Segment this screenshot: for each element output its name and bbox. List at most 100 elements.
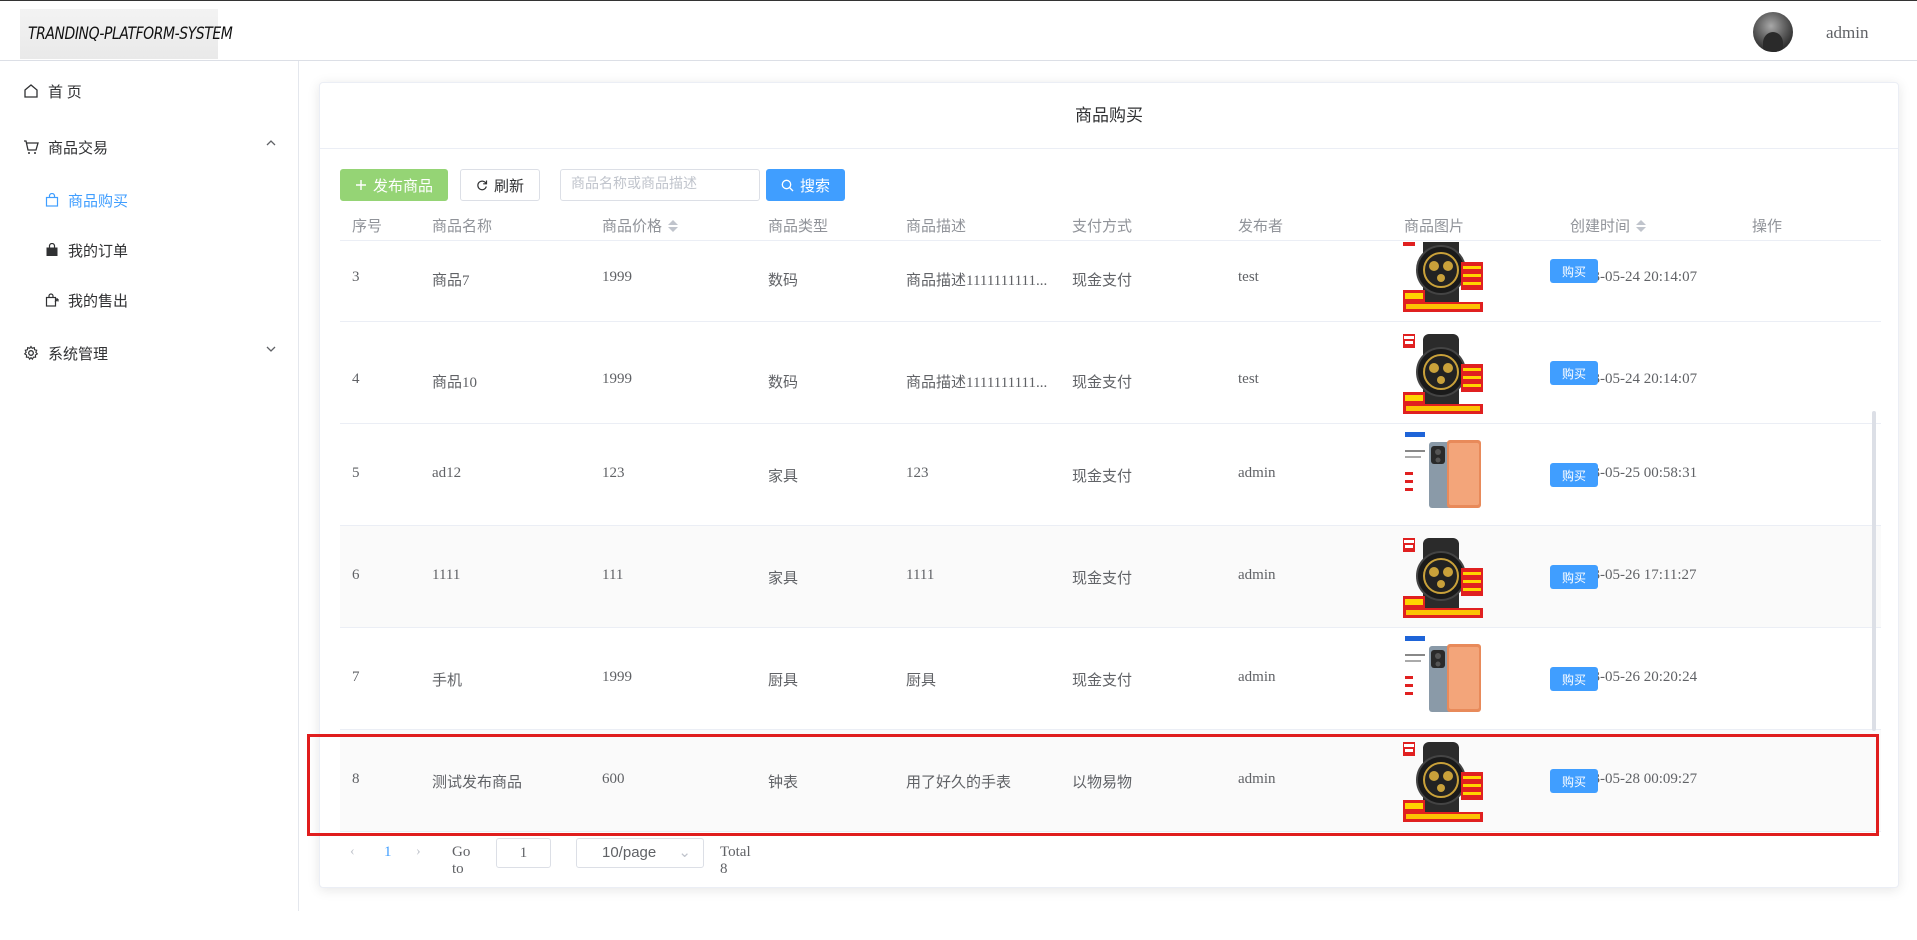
product-image-watch[interactable] [1403, 334, 1483, 414]
page-size-select[interactable]: 10/page ⌄ [576, 838, 704, 868]
cart-icon [22, 138, 40, 156]
sidebar-item-label: 系统管理 [48, 346, 109, 363]
goto-label: Go to [452, 844, 471, 877]
shopping-bag-icon [44, 192, 60, 208]
buy-button[interactable]: 购买 [1550, 361, 1598, 385]
sidebar: 首 页 商品交易 商品购买 我的订单 我的售出 系统管理 [0, 61, 299, 911]
cell-publisher: test [1238, 269, 1259, 285]
table-header: 序号 商品名称 商品价格 商品类型 商品描述 支付方式 发布者 商品图片 创建时… [340, 207, 1881, 241]
prev-page-icon[interactable]: ‹ [350, 844, 355, 860]
refresh-icon [476, 179, 488, 191]
cell-no: 4 [352, 371, 360, 387]
cell-payment: 现金支付 [1072, 571, 1133, 587]
cell-name: 商品10 [432, 375, 478, 391]
cell-type: 家具 [768, 469, 799, 485]
goto-input[interactable] [496, 838, 551, 868]
cell-publisher: admin [1238, 669, 1276, 685]
page-title: 商品购买 [320, 83, 1898, 149]
sidebar-item-label: 商品购买 [68, 193, 129, 210]
cell-desc: 123 [906, 465, 929, 481]
cell-name: ad12 [432, 465, 462, 481]
sidebar-item-system[interactable]: 系统管理 [22, 341, 282, 365]
cell-price: 1999 [602, 269, 632, 285]
table-scrollbar[interactable] [1872, 411, 1876, 731]
cell-payment: 现金支付 [1072, 375, 1133, 391]
column-header-label: 商品价格 [602, 219, 663, 235]
cell-publisher: admin [1238, 465, 1276, 481]
buy-button[interactable]: 购买 [1550, 667, 1598, 691]
chevron-down-icon [265, 343, 277, 360]
top-header: TRANDINQ-PLATFORM-SYSTEM admin [0, 0, 1917, 61]
sidebar-item-orders[interactable]: 我的订单 [44, 238, 128, 262]
product-image-watch[interactable] [1403, 742, 1483, 822]
logo-text: TRANDINQ-PLATFORM-SYSTEM [28, 24, 233, 44]
cell-price: 1999 [602, 371, 632, 387]
column-header-image: 商品图片 [1404, 219, 1465, 235]
cell-price: 123 [602, 465, 625, 481]
chevron-up-icon [265, 137, 277, 154]
publish-button[interactable]: 发布商品 [340, 169, 448, 201]
cell-type: 数码 [768, 375, 799, 391]
column-header-action: 操作 [1752, 219, 1783, 235]
cell-desc: 1111 [906, 567, 935, 583]
cell-payment: 现金支付 [1072, 273, 1133, 289]
sidebar-item-buy[interactable]: 商品购买 [44, 188, 128, 212]
cell-desc: 商品描述1111111111... [906, 375, 1048, 391]
cell-no: 3 [352, 269, 360, 285]
sidebar-item-trade[interactable]: 商品交易 [22, 135, 282, 159]
product-image-phone[interactable] [1403, 634, 1483, 714]
product-image-phone[interactable] [1403, 430, 1483, 510]
table-row: 3 商品7 1999 数码 商品描述1111111111... 现金支付 tes… [340, 242, 1881, 322]
buy-button[interactable]: 购买 [1550, 463, 1598, 487]
table-row: 6 1111 111 家具 1111 现金支付 admin 2023-05-26… [340, 526, 1881, 628]
cell-no: 8 [352, 771, 360, 787]
column-header-type: 商品类型 [768, 219, 829, 235]
cell-no: 5 [352, 465, 360, 481]
column-header-no: 序号 [352, 219, 383, 235]
cell-desc: 用了好久的手表 [906, 775, 1012, 791]
page-number[interactable]: 1 [384, 844, 392, 861]
column-header-label: 创建时间 [1570, 219, 1631, 235]
cell-name: 手机 [432, 673, 463, 689]
sort-icon[interactable] [668, 219, 679, 232]
cell-payment: 以物易物 [1072, 775, 1133, 791]
sidebar-item-sales[interactable]: 我的售出 [44, 288, 128, 312]
avatar[interactable] [1753, 12, 1793, 52]
sidebar-item-label: 我的售出 [68, 293, 129, 310]
cell-publisher: admin [1238, 771, 1276, 787]
home-icon [22, 82, 40, 100]
sidebar-item-home[interactable]: 首 页 [22, 79, 82, 103]
cell-publisher: admin [1238, 567, 1276, 583]
cell-desc: 商品描述1111111111... [906, 273, 1048, 289]
cell-name: 商品7 [432, 273, 470, 289]
cell-desc: 厨具 [906, 673, 937, 689]
column-header-price[interactable]: 商品价格 [602, 215, 679, 236]
buy-button[interactable]: 购买 [1550, 769, 1598, 793]
next-page-icon[interactable]: › [416, 844, 421, 860]
refresh-button[interactable]: 刷新 [460, 169, 540, 201]
username[interactable]: admin [1826, 23, 1869, 43]
column-header-publisher: 发布者 [1238, 219, 1284, 235]
product-image-watch[interactable] [1403, 242, 1483, 312]
sort-icon[interactable] [1636, 219, 1647, 232]
buy-button[interactable]: 购买 [1550, 259, 1598, 283]
product-image-watch[interactable] [1403, 538, 1483, 618]
cell-publisher: test [1238, 371, 1259, 387]
search-label: 搜索 [799, 178, 830, 195]
app-logo[interactable]: TRANDINQ-PLATFORM-SYSTEM [20, 9, 233, 59]
search-input[interactable] [560, 169, 760, 201]
sidebar-item-label: 我的订单 [68, 243, 129, 260]
column-header-name: 商品名称 [432, 219, 493, 235]
cell-price: 600 [602, 771, 625, 787]
search-icon [781, 179, 794, 192]
search-button[interactable]: 搜索 [766, 169, 845, 201]
column-header-payment: 支付方式 [1072, 219, 1133, 235]
table-row: 4 商品10 1999 数码 商品描述1111111111... 现金支付 te… [340, 322, 1881, 424]
table-row: 8 测试发布商品 600 钟表 用了好久的手表 以物易物 admin 2023-… [340, 730, 1881, 832]
buy-button[interactable]: 购买 [1550, 565, 1598, 589]
gear-icon [22, 344, 40, 362]
column-header-created[interactable]: 创建时间 [1570, 215, 1647, 236]
cell-price: 111 [602, 567, 624, 583]
column-header-desc: 商品描述 [906, 219, 967, 235]
cell-type: 厨具 [768, 673, 799, 689]
